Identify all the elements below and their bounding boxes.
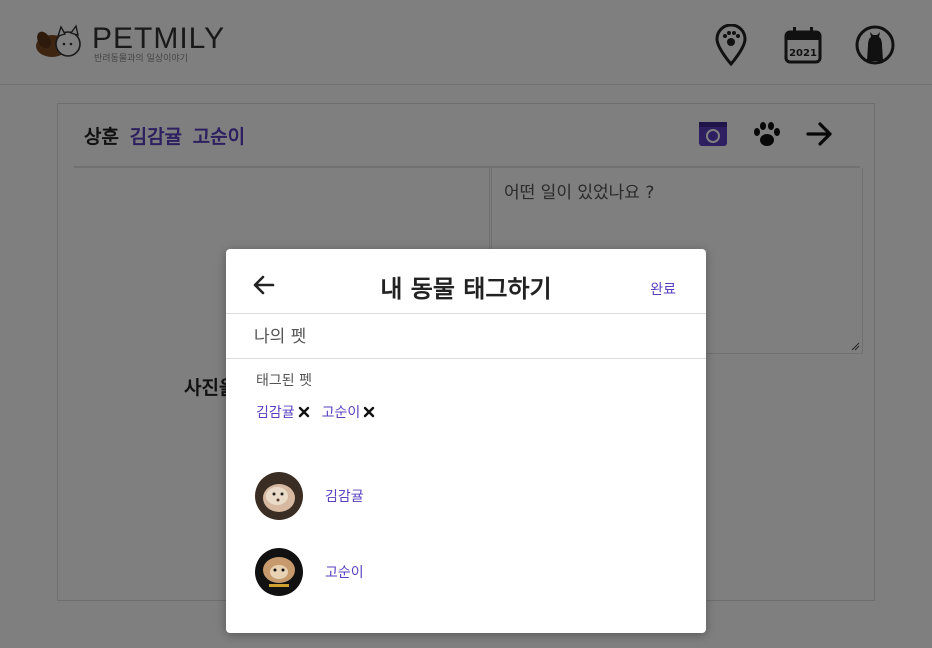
- chip-label: 고순이: [321, 405, 361, 421]
- pet-avatar: [255, 548, 303, 596]
- done-button[interactable]: 완료: [650, 279, 676, 299]
- pet-search-input[interactable]: [254, 324, 674, 350]
- tagged-pet-chip: 고순이: [322, 402, 376, 422]
- remove-tag-icon[interactable]: [363, 406, 375, 418]
- pet-name: 고순이: [325, 565, 364, 581]
- modal-title: 내 동물 태그하기: [380, 275, 552, 303]
- pet-name: 김감귤: [325, 489, 364, 505]
- tagged-pet-chip: 김감귤: [256, 402, 310, 422]
- tagged-pets-label: 태그된 펫: [256, 373, 312, 389]
- chip-label: 김감귤: [256, 405, 295, 421]
- remove-tag-icon[interactable]: [298, 406, 310, 418]
- pet-list-item[interactable]: 고순이: [255, 548, 364, 596]
- pet-list-item[interactable]: 김감귤: [255, 472, 364, 520]
- pet-avatar: [255, 472, 303, 520]
- modal-header: 내 동물 태그하기 완료: [226, 249, 706, 314]
- pet-search-row: [226, 314, 706, 359]
- tag-pet-modal: 내 동물 태그하기 완료 태그된 펫 김감귤 고순이: [226, 249, 706, 633]
- tagged-pets-list: 김감귤 고순이: [256, 402, 375, 422]
